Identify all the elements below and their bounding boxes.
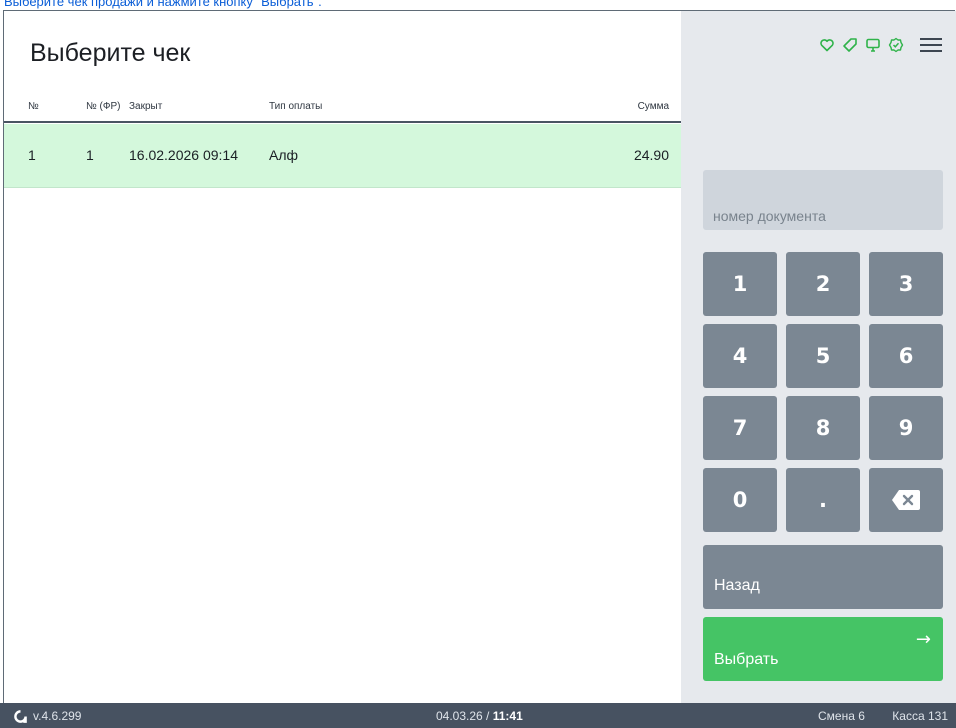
- select-button-label: Выбрать: [714, 651, 779, 668]
- header-num: №: [28, 101, 39, 112]
- key-5[interactable]: 5: [786, 324, 860, 388]
- hamburger-menu-icon[interactable]: [920, 37, 942, 53]
- select-button[interactable]: → Выбрать: [703, 617, 943, 681]
- cell-payment-type: Алф: [269, 147, 299, 163]
- cell-sum: 24.90: [633, 147, 669, 163]
- key-decimal[interactable]: .: [786, 468, 860, 532]
- heart-icon[interactable]: [819, 37, 835, 53]
- datetime: 04.03.26 / 11:41: [436, 709, 523, 723]
- monitor-icon[interactable]: [865, 37, 881, 53]
- date-separator: /: [482, 709, 493, 723]
- header-closed: Закрыт: [129, 101, 163, 112]
- key-9[interactable]: 9: [869, 396, 943, 460]
- cell-num: 1: [28, 147, 36, 163]
- version-info: v.4.6.299: [14, 709, 81, 723]
- arrow-right-icon: →: [915, 629, 931, 650]
- receipt-list-panel: Выберите чек № № (ФР) Закрыт Тип оплаты …: [4, 11, 681, 703]
- status-bar: v.4.6.299 04.03.26 / 11:41 Смена 6 Касса…: [0, 703, 956, 728]
- time-label: 11:41: [492, 709, 523, 723]
- cell-closed: 16.02.2026 09:14: [129, 147, 238, 163]
- shift-label: Смена 6: [818, 709, 865, 723]
- badge-check-icon[interactable]: [888, 37, 904, 53]
- date-label: 04.03.26: [436, 709, 483, 723]
- key-3[interactable]: 3: [869, 252, 943, 316]
- key-1[interactable]: 1: [703, 252, 777, 316]
- key-6[interactable]: 6: [869, 324, 943, 388]
- header-fr-num: № (ФР): [86, 101, 121, 112]
- header-sum: Сумма: [637, 101, 669, 112]
- key-2[interactable]: 2: [786, 252, 860, 316]
- key-8[interactable]: 8: [786, 396, 860, 460]
- key-7[interactable]: 7: [703, 396, 777, 460]
- header-payment-type: Тип оплаты: [269, 101, 323, 112]
- table-row[interactable]: 1 1 16.02.2026 09:14 Алф 24.90: [4, 124, 681, 188]
- tag-icon[interactable]: [842, 37, 858, 53]
- back-button-label: Назад: [714, 577, 760, 594]
- key-4[interactable]: 4: [703, 324, 777, 388]
- app-logo-icon: [14, 709, 27, 723]
- key-0[interactable]: 0: [703, 468, 777, 532]
- back-button[interactable]: Назад: [703, 545, 943, 609]
- page-title: Выберите чек: [30, 39, 191, 67]
- register-label: Касса 131: [892, 709, 948, 723]
- document-number-input[interactable]: [703, 170, 943, 230]
- backspace-key[interactable]: [869, 468, 943, 532]
- backspace-icon: [892, 490, 920, 510]
- status-icons: [819, 37, 942, 53]
- instruction-text: Выберите чек продажи и нажмите кнопку "В…: [4, 0, 322, 9]
- table-header: № № (ФР) Закрыт Тип оплаты Сумма: [4, 101, 681, 123]
- cell-fr-num: 1: [86, 147, 94, 163]
- version-label: v.4.6.299: [33, 709, 82, 723]
- keypad-panel: 1 2 3 4 5 6 7 8 9 0 . Назад → Выбрать: [681, 11, 956, 703]
